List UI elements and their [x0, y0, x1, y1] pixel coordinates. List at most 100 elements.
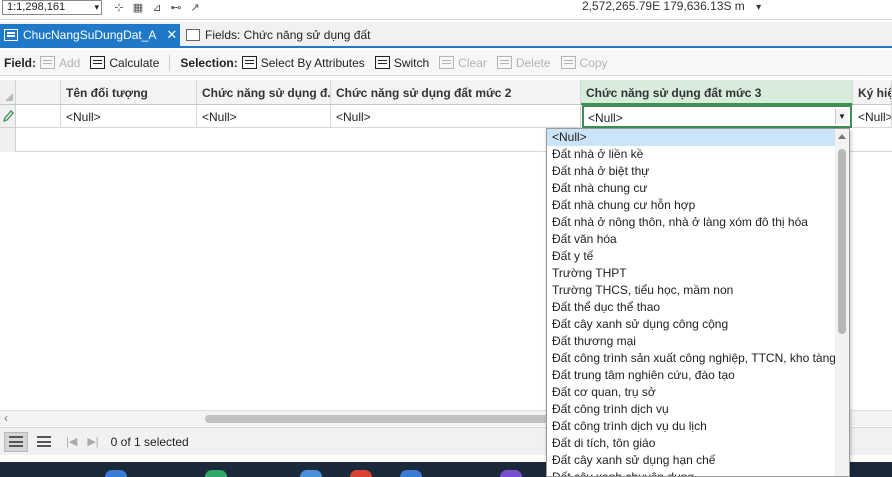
switch-selection-button[interactable]: Switch: [374, 55, 430, 70]
close-icon[interactable]: ✕: [166, 27, 177, 43]
show-all-records-button[interactable]: [4, 431, 28, 452]
copy-icon: [560, 56, 576, 69]
column-header-objectid[interactable]: [16, 80, 61, 105]
pencil-icon: [2, 110, 14, 123]
all-records-icon: [9, 436, 23, 447]
dropdown-option[interactable]: Đất cây xanh sử dụng công cộng: [547, 316, 849, 333]
coordinate-readout[interactable]: 2,572,265.79E 179,636.13S m ▾: [582, 0, 761, 14]
calculate-button[interactable]: Calculate: [90, 56, 159, 70]
dropdown-option[interactable]: Đất nhà ở nông thôn, nhà ở làng xóm đô t…: [547, 214, 849, 231]
dropdown-option[interactable]: Trường THCS, tiểu học, mầm non: [547, 282, 849, 299]
table-cell[interactable]: <Null>: [853, 105, 892, 128]
dropdown-option[interactable]: Đất nhà chung cư hỗn hợp: [547, 197, 849, 214]
table-cell[interactable]: <Null>: [61, 105, 197, 128]
table-icon: [4, 29, 18, 41]
chevron-down-icon[interactable]: ▼: [835, 109, 848, 124]
measure-icon[interactable]: ⊷: [169, 1, 183, 14]
column-header-chuc-nang-3[interactable]: Chức năng sử dụng đất mức 3: [581, 80, 853, 105]
dropdown-option[interactable]: Đất y tế: [547, 248, 849, 265]
toolbar-divider: [169, 54, 171, 71]
snap-icon[interactable]: ⊹: [112, 1, 126, 14]
row-header-editing[interactable]: [0, 105, 16, 128]
tab-label: Fields: Chức năng sử dụng đất: [205, 28, 371, 42]
table-cell[interactable]: <Null>: [331, 105, 581, 128]
column-header-ky-hieu[interactable]: Ký hiệu: [853, 80, 892, 105]
scrollbar-thumb[interactable]: [838, 149, 846, 334]
select-by-attributes-icon: [241, 56, 257, 69]
show-selected-records-button[interactable]: [32, 432, 56, 452]
dropdown-option[interactable]: Đất công trình sản xuất công nghiệp, TTC…: [547, 350, 849, 367]
delete-label: Delete: [515, 55, 551, 70]
scroll-left-icon[interactable]: ‹: [4, 411, 8, 425]
view-tabs: ChucNangSuDungDat_A ✕ Fields: Chức năng …: [0, 22, 892, 48]
taskbar-app-icon[interactable]: [300, 470, 322, 477]
selection-label: Selection:: [180, 55, 238, 70]
scale-selector[interactable]: 1:1,298,161 ▾: [2, 0, 102, 15]
dropdown-option[interactable]: Đất thương mại: [547, 333, 849, 350]
first-record-icon[interactable]: |◀: [66, 435, 77, 448]
dropdown-option[interactable]: Đất văn hóa: [547, 231, 849, 248]
chevron-down-icon[interactable]: ▾: [756, 2, 761, 13]
dropdown-option[interactable]: Đất nhà ở biệt thự: [547, 163, 849, 180]
editing-cell-dropdown[interactable]: <Null> ▼: [582, 105, 852, 128]
taskbar-app-icon[interactable]: [350, 470, 372, 477]
tab-fields[interactable]: Fields: Chức năng sử dụng đất: [184, 24, 371, 46]
copy-button[interactable]: Copy: [560, 55, 608, 70]
taskbar-app-icon[interactable]: [205, 470, 227, 477]
taskbar-app-icon[interactable]: [400, 470, 422, 477]
dropdown-option[interactable]: Đất cơ quan, trụ sở: [547, 384, 849, 401]
switch-label: Switch: [393, 55, 430, 70]
delete-button[interactable]: Delete: [496, 55, 551, 70]
select-by-attributes-label: Select By Attributes: [260, 55, 365, 70]
add-field-button[interactable]: Add: [40, 56, 80, 70]
editing-cell-value: <Null>: [588, 111, 623, 125]
field-label: Field:: [4, 55, 36, 70]
copy-label: Copy: [579, 55, 608, 70]
dropdown-option[interactable]: Trường THPT: [547, 265, 849, 282]
chevron-down-icon[interactable]: ▾: [94, 1, 99, 14]
dropdown-option[interactable]: Đất công trình dịch vụ du lịch: [547, 418, 849, 435]
new-row-header[interactable]: [0, 128, 16, 152]
dropdown-scrollbar[interactable]: [835, 129, 849, 476]
grid-icon[interactable]: ▦: [131, 1, 145, 14]
navigation-icon[interactable]: ↗: [188, 1, 202, 14]
select-all-corner[interactable]: [0, 80, 16, 105]
last-record-icon[interactable]: ▶|: [87, 435, 98, 448]
dropdown-option[interactable]: Đất nhà chung cư: [547, 180, 849, 197]
table-cell[interactable]: [16, 105, 61, 128]
scale-value: 1:1,298,161: [7, 1, 66, 13]
select-by-attributes-button[interactable]: Select By Attributes: [241, 55, 365, 70]
table-cell[interactable]: <Null>: [197, 105, 331, 128]
calculator-icon: [90, 56, 106, 69]
column-header-chuc-nang-1[interactable]: Chức năng sử dụng đ...: [197, 80, 331, 105]
map-status-strip: 1:1,298,161 ▾ ⊹ ▦ ⊿ ⊷ ↗ 2,572,265.79E 17…: [0, 0, 892, 20]
scroll-up-icon[interactable]: [838, 134, 846, 139]
switch-icon: [374, 56, 390, 69]
clear-label: Clear: [458, 55, 487, 70]
scrollbar-thumb[interactable]: [205, 415, 550, 423]
clear-selection-button[interactable]: Clear: [439, 56, 487, 70]
add-field-label: Add: [59, 55, 81, 70]
add-field-icon: [40, 56, 55, 69]
column-header-chuc-nang-2[interactable]: Chức năng sử dụng đất mức 2: [331, 80, 581, 105]
tab-attribute-table[interactable]: ChucNangSuDungDat_A ✕: [0, 24, 180, 46]
delete-icon: [496, 56, 512, 69]
constraint-icon[interactable]: ⊿: [150, 1, 164, 14]
dropdown-option[interactable]: Đất công trình dịch vụ: [547, 401, 849, 418]
dropdown-option[interactable]: Đất cây xanh chuyên dụng: [547, 469, 849, 476]
selection-count: 0 of 1 selected: [110, 434, 189, 449]
taskbar-app-icon[interactable]: [105, 470, 127, 477]
taskbar-app-icon[interactable]: [500, 470, 522, 477]
map-tools: ⊹ ▦ ⊿ ⊷ ↗: [112, 0, 202, 14]
column-header-ten-doi-tuong[interactable]: Tên đối tượng: [61, 80, 197, 105]
dropdown-option[interactable]: Đất di tích, tôn giáo: [547, 435, 849, 452]
tab-label: ChucNangSuDungDat_A: [23, 28, 157, 42]
dropdown-option[interactable]: Đất trung tâm nghiên cứu, đào tạo: [547, 367, 849, 384]
dropdown-option[interactable]: Đất nhà ở liền kề: [547, 146, 849, 163]
dropdown-option[interactable]: <Null>: [547, 129, 849, 146]
table-toolbar: Field: Add Calculate Selection: Select B…: [0, 50, 892, 76]
dropdown-option[interactable]: Đất cây xanh sử dụng hạn chế: [547, 452, 849, 469]
dropdown-list: <Null> Đất nhà ở liền kề Đất nhà ở biệt th…: [547, 129, 849, 476]
domain-value-dropdown[interactable]: <Null> Đất nhà ở liền kề Đất nhà ở biệt th…: [546, 128, 850, 477]
dropdown-option[interactable]: Đất thể dục thể thao: [547, 299, 849, 316]
